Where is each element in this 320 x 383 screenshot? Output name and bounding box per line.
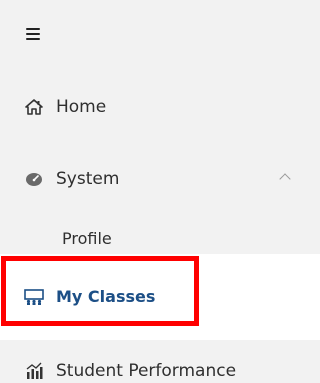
sidebar: Home System Profile My Classes Student P… (0, 0, 320, 383)
classroom-icon (24, 287, 44, 307)
sidebar-item-my-classes[interactable]: My Classes (0, 254, 320, 340)
bar-chart-icon (24, 361, 44, 381)
gauge-icon (24, 169, 44, 189)
sidebar-item-label: Student Performance (56, 361, 237, 381)
sidebar-item-label: My Classes (56, 287, 156, 306)
sidebar-item-student-performance[interactable]: Student Performance (0, 360, 320, 382)
home-icon (24, 97, 44, 117)
chevron-up-icon[interactable] (279, 173, 291, 185)
sidebar-item-home[interactable]: Home (0, 96, 320, 118)
hamburger-icon[interactable] (26, 28, 40, 40)
sidebar-item-label: System (56, 169, 120, 189)
sidebar-item-label: Home (56, 97, 107, 117)
sidebar-item-profile[interactable]: Profile (0, 228, 320, 250)
sidebar-item-system[interactable]: System (0, 168, 320, 190)
sidebar-item-label: Profile (62, 229, 112, 248)
